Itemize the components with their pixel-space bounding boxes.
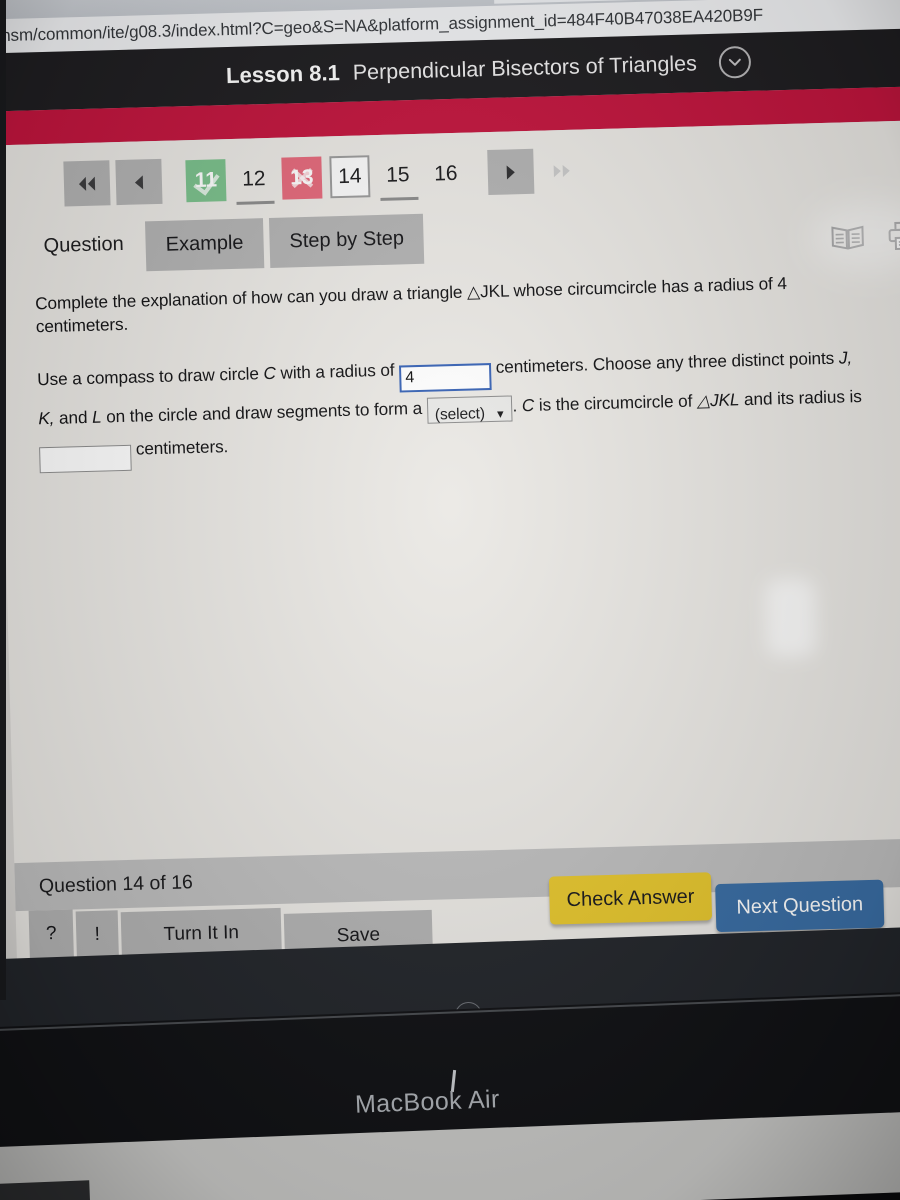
- chevron-down-icon[interactable]: [718, 45, 752, 79]
- courseware-app: 11 12 13 14 15 16 Question Example Step …: [0, 119, 900, 1052]
- content-tabs: Question Example Step by Step: [25, 213, 425, 275]
- question-counter: Question 14 of 16: [38, 870, 194, 897]
- first-question-button[interactable]: [63, 160, 111, 207]
- tab-example[interactable]: Example: [145, 218, 265, 272]
- circle-c-symbol-2: C: [521, 394, 535, 416]
- device-model-label: MacBook Air: [354, 1085, 501, 1119]
- body-text-6: .: [512, 395, 523, 416]
- question-body: Use a compass to draw circle C with a ra…: [36, 341, 870, 474]
- body-text-9: centimeters.: [130, 436, 229, 460]
- select-value: (select): [434, 405, 486, 424]
- lesson-number: Lesson 8.1: [225, 60, 341, 89]
- question-number-list: 11 12 13 14 15 16: [185, 152, 474, 202]
- question-prompt: Complete the explanation of how can you …: [35, 270, 866, 338]
- body-text-7: is the circumcircle of: [533, 390, 698, 415]
- question-number-16[interactable]: 16: [425, 152, 466, 195]
- screen-glare: [764, 578, 818, 658]
- question-number-11[interactable]: 11: [185, 158, 227, 202]
- body-text-2: with a radius of: [275, 359, 400, 384]
- question-navigator: 11 12 13 14 15 16: [63, 147, 592, 207]
- question-number-14[interactable]: 14: [329, 154, 371, 198]
- radius-input[interactable]: [399, 362, 492, 393]
- next-question-button[interactable]: Next Question: [715, 879, 885, 933]
- screen-glare-secondary: [809, 200, 900, 274]
- body-text-4: and: [54, 406, 93, 428]
- question-content: Complete the explanation of how can you …: [35, 270, 870, 474]
- tab-question[interactable]: Question: [25, 221, 140, 274]
- chevron-down-icon-select: ▼: [494, 408, 506, 421]
- laptop-screen: Class Agendas | Schoology × + f/math/hsm…: [0, 0, 900, 1052]
- body-text-5: on the circle and draw segments to form …: [101, 397, 427, 427]
- body-text-1: Use a compass to draw circle: [36, 363, 264, 390]
- question-number-15[interactable]: 15: [377, 153, 418, 196]
- body-text-3: centimeters. Choose any three distinct p…: [490, 348, 840, 378]
- photographed-laptop-scene: Class Agendas | Schoology × + f/math/hsm…: [0, 0, 900, 1200]
- tab-step-by-step[interactable]: Step by Step: [268, 213, 425, 268]
- body-text-8: and its radius is: [739, 385, 862, 410]
- lesson-title: Perpendicular Bisectors of Triangles: [352, 50, 698, 85]
- alert-button[interactable]: !: [75, 910, 119, 960]
- shape-select-dropdown[interactable]: (select) ▼: [426, 395, 513, 424]
- deck-dark-corner: [0, 1180, 91, 1200]
- radius2-input[interactable]: [39, 445, 132, 474]
- question-number-12[interactable]: 12: [233, 157, 274, 200]
- circle-c-symbol-1: C: [263, 363, 277, 384]
- next-question-nav-button[interactable]: [487, 148, 535, 196]
- last-question-button[interactable]: [539, 147, 586, 193]
- triangle-jkl-symbol-2: △JKL: [696, 389, 740, 411]
- previous-question-button[interactable]: [115, 158, 163, 206]
- help-button[interactable]: ?: [28, 909, 74, 959]
- prompt-text-1: Complete the explanation of how can you …: [34, 281, 468, 314]
- screen-frame-left: [0, 0, 6, 1000]
- check-answer-button[interactable]: Check Answer: [548, 872, 713, 925]
- question-number-13[interactable]: 13: [281, 156, 323, 200]
- triangle-jkl-symbol: △JKL: [466, 280, 510, 302]
